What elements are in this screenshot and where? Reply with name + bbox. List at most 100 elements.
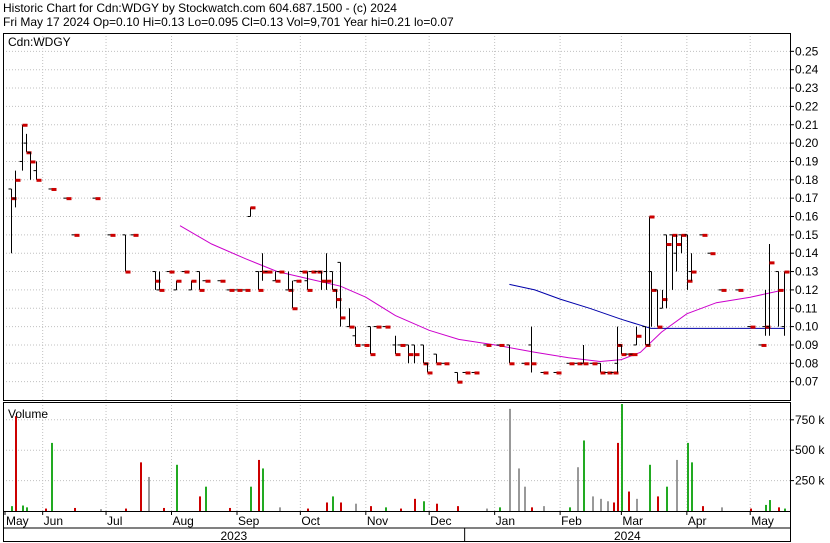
- ohlc-bar: [580, 344, 589, 366]
- volume-bar: [636, 498, 638, 511]
- ohlc-bar: [92, 197, 101, 201]
- ohlc-bar: [521, 362, 530, 366]
- ohlc-bar: [242, 288, 251, 292]
- month-label: Jan: [496, 514, 515, 528]
- volume-bar: [687, 442, 689, 511]
- price-tick-label: 0.08: [795, 356, 819, 370]
- year-label: 2023: [220, 529, 247, 543]
- ohlc-bar: [289, 280, 298, 311]
- volume-bar: [721, 507, 723, 511]
- ohlc-close: [427, 371, 433, 375]
- ohlc-close: [702, 233, 708, 237]
- volume-bar: [258, 459, 260, 511]
- volume-bar: [750, 508, 752, 511]
- ohlc-close: [51, 187, 57, 191]
- ohlc-close: [66, 197, 72, 201]
- ohlc-close: [364, 343, 370, 347]
- ohlc-bar: [775, 271, 784, 327]
- volume-bar: [11, 506, 13, 511]
- ohlc-bar: [23, 133, 32, 155]
- moving-average-lines: [179, 225, 785, 363]
- ohlc-close: [15, 178, 21, 182]
- ohlc-bar: [173, 279, 182, 291]
- price-tick-label: 0.19: [795, 154, 819, 168]
- volume-bar: [607, 501, 609, 511]
- ohlc-close: [414, 353, 420, 357]
- price-tick-label: 0.22: [795, 99, 819, 113]
- ohlc-close: [509, 362, 515, 366]
- volume-bar: [621, 404, 623, 511]
- price-panel-label: Cdn:WDGY: [8, 35, 71, 49]
- ohlc-close: [110, 233, 116, 237]
- price-tick-label: 0.07: [795, 375, 819, 389]
- ohlc-bar: [654, 289, 663, 329]
- volume-bar: [676, 459, 678, 511]
- ohlc-bar: [766, 244, 775, 336]
- volume-tick-label: 500 k: [795, 443, 825, 457]
- ohlc-close: [395, 353, 401, 357]
- ohlc-bar: [12, 170, 21, 208]
- ohlc-bar: [63, 197, 72, 201]
- ohlc-bar: [433, 353, 442, 366]
- ohlc-close: [302, 270, 308, 274]
- volume-bar: [666, 486, 668, 511]
- volume-bar: [617, 442, 619, 511]
- volume-bar: [569, 507, 571, 511]
- ohlc-bar: [673, 234, 682, 272]
- ohlc-close: [220, 279, 226, 283]
- volume-bar: [436, 503, 438, 511]
- ohlc-close: [176, 279, 182, 283]
- volume-bar: [250, 486, 252, 511]
- ohlc-close: [133, 233, 139, 237]
- ohlc-close: [750, 325, 756, 329]
- month-label: Sep: [238, 514, 260, 528]
- ohlc-close: [769, 261, 775, 265]
- ohlc-close: [237, 288, 243, 292]
- volume-bar: [414, 498, 416, 511]
- ohlc-close: [267, 270, 273, 274]
- ohlc-bar: [33, 161, 42, 182]
- ohlc-close: [349, 325, 355, 329]
- price-tick-label: 0.20: [795, 136, 819, 150]
- volume-tick-label: 750 k: [795, 413, 825, 427]
- price-tick-label: 0.25: [795, 44, 819, 58]
- ohlc-close: [292, 307, 298, 311]
- volume-panel-label: Volume: [8, 407, 48, 421]
- volume-bar: [577, 467, 579, 511]
- ohlc-close: [229, 288, 235, 292]
- ohlc-close: [279, 270, 285, 274]
- volume-bar: [370, 506, 372, 511]
- ohlc-bar: [352, 326, 361, 347]
- volume-bar: [199, 496, 201, 511]
- ohlc-bar: [318, 271, 327, 290]
- volume-bar: [262, 468, 264, 511]
- price-tick-label: 0.13: [795, 265, 819, 279]
- month-label: Apr: [688, 514, 707, 528]
- price-tick-label: 0.12: [795, 283, 819, 297]
- ohlc-close: [340, 316, 346, 320]
- month-label: Oct: [301, 514, 320, 528]
- ohlc-close: [761, 343, 767, 347]
- ohlc-bar: [202, 279, 211, 283]
- ohlc-bar: [699, 233, 708, 237]
- volume-bar: [486, 508, 488, 511]
- ohlc-close: [649, 215, 655, 219]
- volume-bar: [340, 502, 342, 511]
- price-tick-label: 0.23: [795, 81, 819, 95]
- ohlc-close: [385, 325, 391, 329]
- volume-bar: [332, 496, 334, 511]
- ohlc-close: [569, 362, 575, 366]
- ohlc-close: [710, 252, 716, 256]
- ohlc-close: [636, 334, 642, 338]
- volume-bar: [22, 505, 24, 511]
- ohlc-close: [250, 206, 256, 210]
- ohlc-close: [22, 123, 28, 127]
- volume-bar: [423, 501, 425, 511]
- ohlc-bar: [483, 343, 492, 347]
- ohlc-bar: [276, 270, 285, 274]
- ohlc-close: [169, 270, 175, 274]
- ohlc-bar: [181, 270, 190, 274]
- volume-axis: 750 k 500 k 250 k: [790, 413, 825, 488]
- month-label: Jul: [107, 514, 122, 528]
- volume-bar: [355, 503, 357, 511]
